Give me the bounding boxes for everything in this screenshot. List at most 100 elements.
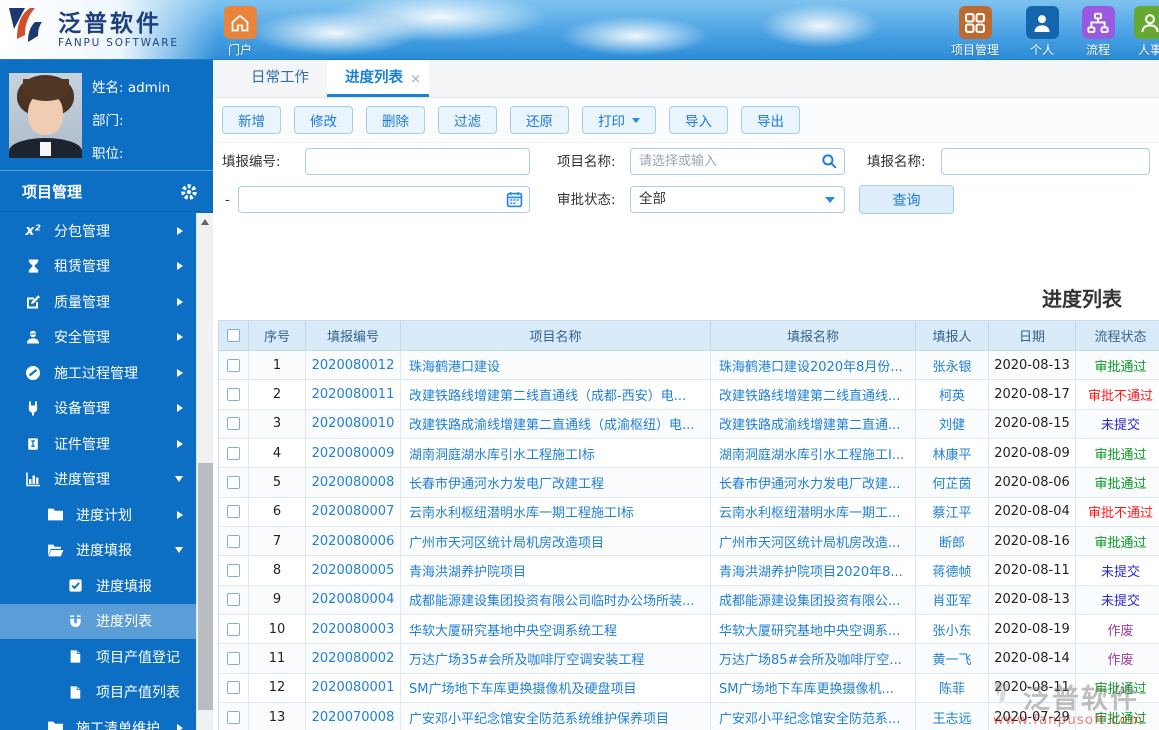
- sidebar-item-项目产值列表[interactable]: 项目产值列表: [0, 675, 196, 711]
- table-row[interactable]: 12 2020080001 SM广场地下车库更换摄像机及硬盘项目 SM广场地下车库更换…: [219, 673, 1159, 703]
- approval-status-select[interactable]: 全部: [630, 186, 845, 213]
- 删除-button[interactable]: 删除: [366, 106, 425, 134]
- report-code-link[interactable]: 2020080002: [306, 644, 401, 674]
- project-name-link[interactable]: 珠海鹤港口建设: [401, 351, 711, 381]
- nav-item-portal[interactable]: 门户: [220, 6, 260, 58]
- nav-item-个人[interactable]: 个人: [1018, 6, 1066, 58]
- report-code-link[interactable]: 2020080003: [306, 614, 401, 645]
- person-cell[interactable]: 柯英: [916, 380, 989, 410]
- row-checkbox[interactable]: [227, 651, 240, 665]
- sidebar-item-进度填报[interactable]: 进度填报: [0, 568, 196, 604]
- sidebar-item-进度填报[interactable]: 进度填报: [0, 533, 196, 569]
- nav-item-人事[interactable]: 人事: [1126, 6, 1159, 58]
- query-button[interactable]: 查询: [859, 185, 954, 214]
- sidebar-item-证件管理[interactable]: 证件管理: [0, 426, 196, 462]
- project-name-link[interactable]: 云南水利枢纽潜明水库一期工程施工I标: [401, 497, 711, 527]
- table-row[interactable]: 13 2020070008 广安邓小平纪念馆安全防范系统维护保养项目 广安邓小平纪念馆…: [219, 702, 1159, 730]
- row-checkbox[interactable]: [227, 534, 240, 548]
- project-name-link[interactable]: 华软大厦研究基地中央空调系统工程: [401, 614, 711, 645]
- nav-item-项目管理[interactable]: 项目管理: [945, 6, 1005, 58]
- report-name-link[interactable]: 广州市天河区统计局机房改造...: [711, 526, 916, 557]
- calendar-icon[interactable]: [506, 191, 523, 208]
- row-checkbox[interactable]: [227, 563, 240, 577]
- person-cell[interactable]: 张小东: [916, 614, 989, 645]
- row-checkbox[interactable]: [227, 417, 240, 431]
- report-code-link[interactable]: 2020080008: [306, 468, 401, 498]
- person-cell[interactable]: 蒋德帧: [916, 556, 989, 586]
- report-code-link[interactable]: 2020080010: [306, 409, 401, 439]
- sidebar-item-分包管理[interactable]: x² 分包管理: [0, 213, 196, 249]
- row-checkbox[interactable]: [227, 505, 240, 519]
- table-row[interactable]: 3 2020080010 改建铁路成渝线增建第二直通线（成渝枢纽）电... 改建铁路成…: [219, 409, 1159, 439]
- sidebar-item-进度管理[interactable]: 进度管理: [0, 462, 196, 498]
- report-name-link[interactable]: 成都能源建设集团投资有限公...: [711, 585, 916, 615]
- row-checkbox[interactable]: [227, 622, 240, 636]
- project-name-link[interactable]: 湖南洞庭湖水库引水工程施工I标: [401, 438, 711, 469]
- report-code-link[interactable]: 2020080009: [306, 438, 401, 469]
- table-row[interactable]: 4 2020080009 湖南洞庭湖水库引水工程施工I标 湖南洞庭湖水库引水工程施工I…: [219, 438, 1159, 469]
- row-checkbox[interactable]: [227, 710, 240, 724]
- gear-icon[interactable]: [179, 182, 199, 202]
- sidebar-item-安全管理[interactable]: 安全管理: [0, 320, 196, 356]
- report-name-link[interactable]: 青海洪湖养护院项目2020年8...: [711, 556, 916, 586]
- report-code-link[interactable]: 2020080011: [306, 380, 401, 410]
- tab-日常工作[interactable]: 日常工作: [233, 60, 327, 97]
- person-cell[interactable]: 陈菲: [916, 673, 989, 703]
- project-name-link[interactable]: 青海洪湖养护院项目: [401, 556, 711, 586]
- project-name-link[interactable]: 成都能源建设集团投资有限公司临时办公场所装...: [401, 585, 711, 615]
- report-name-link[interactable]: 长春市伊通河水力发电厂改建...: [711, 468, 916, 498]
- report-name-link[interactable]: 广安邓小平纪念馆安全防范系...: [711, 702, 916, 730]
- search-icon[interactable]: [821, 153, 838, 170]
- report-code-link[interactable]: 2020080001: [306, 673, 401, 703]
- report-name-link[interactable]: 改建铁路线增建第二线直通线...: [711, 380, 916, 410]
- 还原-button[interactable]: 还原: [510, 106, 569, 134]
- table-row[interactable]: 1 2020080012 珠海鹤港口建设 珠海鹤港口建设2020年8月份... 张永银 2…: [219, 351, 1159, 381]
- person-cell[interactable]: 肖亚军: [916, 585, 989, 615]
- sidebar-item-施工清单维护[interactable]: 施工清单维护: [0, 710, 196, 730]
- table-row[interactable]: 9 2020080004 成都能源建设集团投资有限公司临时办公场所装... 成都能源建…: [219, 585, 1159, 615]
- report-no-input[interactable]: [305, 148, 530, 175]
- row-checkbox[interactable]: [227, 593, 240, 607]
- project-name-link[interactable]: 长春市伊通河水力发电厂改建工程: [401, 468, 711, 498]
- 修改-button[interactable]: 修改: [294, 106, 353, 134]
- scrollbar-thumb[interactable]: [198, 463, 213, 710]
- person-cell[interactable]: 断郎: [916, 526, 989, 557]
- sidebar-item-设备管理[interactable]: 设备管理: [0, 391, 196, 427]
- report-code-link[interactable]: 2020080006: [306, 526, 401, 557]
- report-name-link[interactable]: 珠海鹤港口建设2020年8月份...: [711, 351, 916, 381]
- report-name-link[interactable]: 改建铁路成渝线增建第二直通...: [711, 409, 916, 439]
- row-checkbox[interactable]: [227, 475, 240, 489]
- sidebar-item-进度列表[interactable]: 进度列表: [0, 603, 196, 639]
- sidebar-item-施工过程管理[interactable]: 施工过程管理: [0, 355, 196, 391]
- report-name-link[interactable]: SM广场地下车库更换摄像机...: [711, 673, 916, 703]
- nav-item-流程[interactable]: 流程: [1074, 6, 1122, 58]
- sidebar-item-项目产值登记[interactable]: 项目产值登记: [0, 639, 196, 675]
- person-cell[interactable]: 何芷茵: [916, 468, 989, 498]
- 导入-button[interactable]: 导入: [669, 106, 728, 134]
- report-code-link[interactable]: 2020080007: [306, 497, 401, 527]
- 打印-button[interactable]: 打印: [582, 106, 656, 134]
- row-checkbox[interactable]: [227, 681, 240, 695]
- table-row[interactable]: 5 2020080008 长春市伊通河水力发电厂改建工程 长春市伊通河水力发电厂改建.…: [219, 468, 1159, 498]
- sidebar-scrollbar[interactable]: [196, 213, 213, 730]
- report-code-link[interactable]: 2020080012: [306, 351, 401, 381]
- sidebar-item-租赁管理[interactable]: 租赁管理: [0, 249, 196, 285]
- report-name-link[interactable]: 万达广场85#会所及咖啡厅空...: [711, 644, 916, 674]
- report-name-link[interactable]: 云南水利枢纽潜明水库一期工...: [711, 497, 916, 527]
- tab-进度列表[interactable]: 进度列表 ×: [327, 60, 429, 97]
- table-row[interactable]: 6 2020080007 云南水利枢纽潜明水库一期工程施工I标 云南水利枢纽潜明水库一…: [219, 497, 1159, 527]
- project-name-link[interactable]: 改建铁路成渝线增建第二直通线（成渝枢纽）电...: [401, 409, 711, 439]
- project-name-link[interactable]: 改建铁路线增建第二线直通线（成都-西安）电...: [401, 380, 711, 410]
- project-name-link[interactable]: 万达广场35#会所及咖啡厅空调安装工程: [401, 644, 711, 674]
- person-cell[interactable]: 王志远: [916, 702, 989, 730]
- row-checkbox[interactable]: [227, 358, 240, 372]
- project-name-link[interactable]: 广安邓小平纪念馆安全防范系统维护保养项目: [401, 702, 711, 730]
- person-cell[interactable]: 刘健: [916, 409, 989, 439]
- report-code-link[interactable]: 2020080004: [306, 585, 401, 615]
- report-code-link[interactable]: 2020070008: [306, 702, 401, 730]
- table-row[interactable]: 11 2020080002 万达广场35#会所及咖啡厅空调安装工程 万达广场85#会所…: [219, 644, 1159, 674]
- report-code-link[interactable]: 2020080005: [306, 556, 401, 586]
- table-row[interactable]: 8 2020080005 青海洪湖养护院项目 青海洪湖养护院项目2020年8... 蒋德…: [219, 556, 1159, 586]
- row-checkbox[interactable]: [227, 446, 240, 460]
- 新增-button[interactable]: 新增: [222, 106, 281, 134]
